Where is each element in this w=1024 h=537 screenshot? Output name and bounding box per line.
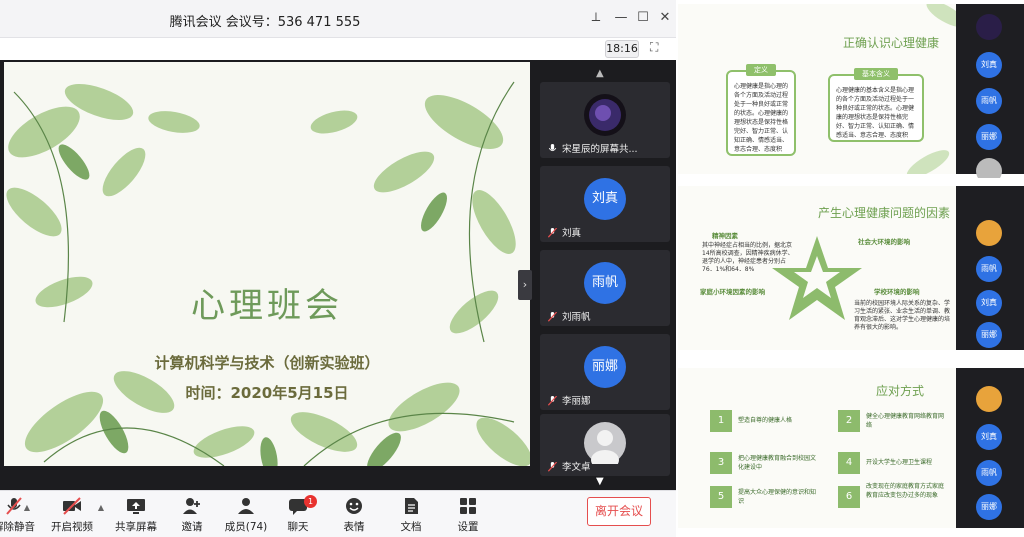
emoji-button[interactable]: 表情 bbox=[326, 497, 382, 534]
chat-button[interactable]: 1 聊天 bbox=[270, 495, 326, 534]
collapse-sidebar-button[interactable]: › bbox=[518, 270, 532, 300]
slide-title: 心理班会 bbox=[191, 286, 343, 326]
leave-meeting-button[interactable]: 离开会议 bbox=[587, 497, 651, 526]
leaf-decoration bbox=[6, 81, 530, 466]
screenshot-thumbnail-2: 产生心理健康问题的因素 精神因素 其中神经症占相当的比例，据北京14所高校调查，… bbox=[678, 180, 1024, 356]
mic-muted-icon bbox=[548, 228, 557, 238]
document-icon bbox=[405, 498, 418, 514]
share-screen-icon bbox=[127, 499, 145, 514]
scroll-down-icon[interactable]: ▼ bbox=[596, 476, 604, 487]
participant-name: 刘真 bbox=[562, 228, 582, 239]
minimize-button[interactable]: — bbox=[611, 8, 631, 28]
mute-options-chevron-icon[interactable]: ▲ bbox=[20, 503, 34, 512]
participant-tile[interactable]: 雨帆 刘雨帆 bbox=[540, 250, 670, 326]
members-icon bbox=[238, 498, 254, 514]
participant-name: 李文卓 bbox=[562, 462, 591, 473]
emoji-icon bbox=[346, 498, 362, 514]
invite-button[interactable]: 邀请 bbox=[164, 497, 220, 534]
avatar bbox=[976, 220, 1002, 246]
participant-tile[interactable]: 丽娜 李丽娜 bbox=[540, 334, 670, 410]
avatar bbox=[584, 422, 626, 470]
thumbnail-slide: 正确认识心理健康 定义 心理健康是指心理的各个方面及活动过程处于一种良好或正常的… bbox=[678, 4, 956, 174]
video-button[interactable]: 开启视频 bbox=[44, 497, 100, 534]
add-user-icon bbox=[183, 498, 200, 514]
avatar: 丽娜 bbox=[976, 124, 1002, 150]
participant-tile[interactable]: 宋星辰的屏幕共... bbox=[540, 82, 670, 158]
avatar: 刘真 bbox=[976, 290, 1002, 316]
mic-muted-icon bbox=[548, 312, 557, 322]
avatar bbox=[976, 386, 1002, 412]
avatar: 刘真 bbox=[584, 178, 626, 220]
participant-name: 宋星辰的屏幕共... bbox=[562, 144, 638, 155]
participant-tile[interactable]: 李文卓 bbox=[540, 414, 670, 476]
meeting-window: 腾讯会议 会议号：536 471 555 ⟂ — ☐ ✕ 18:16 ⛶ 心理班… bbox=[0, 0, 676, 537]
default-user-icon bbox=[976, 158, 1002, 178]
avatar: 雨帆 bbox=[584, 262, 626, 304]
avatar: 刘真 bbox=[976, 52, 1002, 78]
fullscreen-icon[interactable]: ⛶ bbox=[650, 40, 658, 55]
screen-share-thumbnail-icon bbox=[589, 99, 621, 131]
definition-box: 定义 心理健康是指心理的各个方面及活动过程处于一种良好或正常的状态。心理健康的理… bbox=[726, 64, 796, 156]
grid-settings-icon bbox=[460, 498, 476, 514]
meeting-clock: 18:16 bbox=[605, 40, 639, 58]
meaning-box: 基本含义 心理健康的基本含义是指心理的各个方面及活动过程处于一种良好或正常的状态… bbox=[828, 68, 924, 142]
scroll-up-icon[interactable]: ▲ bbox=[596, 68, 604, 79]
thumbnail-slide: 产生心理健康问题的因素 精神因素 其中神经症占相当的比例，据北京14所高校调查，… bbox=[678, 186, 956, 350]
avatar bbox=[584, 94, 626, 136]
avatar: 雨帆 bbox=[976, 256, 1002, 282]
mic-muted-icon bbox=[548, 396, 557, 406]
close-button[interactable]: ✕ bbox=[655, 8, 675, 28]
screenshot-thumbnail-3: 应对方式 1 塑造自尊的健康人格 2 健全心理健康教育网络教育网络 3 把心理健… bbox=[678, 358, 1024, 537]
participant-name: 刘雨帆 bbox=[562, 312, 591, 323]
camera-off-icon bbox=[63, 497, 81, 515]
status-bar bbox=[0, 38, 676, 60]
chat-unread-badge: 1 bbox=[304, 495, 317, 508]
title-bar: 腾讯会议 会议号：536 471 555 ⟂ — ☐ ✕ bbox=[0, 0, 676, 38]
video-options-chevron-icon[interactable]: ▲ bbox=[94, 503, 108, 512]
meeting-toolbar: 解除静音 ▲ 开启视频 ▲ 共享屏幕 邀请 成员(74) 1 bbox=[0, 490, 676, 537]
participant-name: 李丽娜 bbox=[562, 396, 591, 407]
avatar: 雨帆 bbox=[976, 460, 1002, 486]
avatar: 丽娜 bbox=[976, 322, 1002, 348]
members-button[interactable]: 成员(74) bbox=[218, 497, 274, 534]
thumbnail-title: 应对方式 bbox=[876, 384, 925, 398]
shared-slide: 心理班会 计算机科学与技术（创新实验班） 时间：2020年5月15日 bbox=[4, 62, 530, 466]
avatar: 丽娜 bbox=[976, 494, 1002, 520]
thumbnail-participants: 刘真 雨帆 丽娜 bbox=[956, 4, 1024, 178]
mic-muted-icon bbox=[548, 462, 557, 472]
screenshot-thumbnail-1: 正确认识心理健康 定义 心理健康是指心理的各个方面及活动过程处于一种良好或正常的… bbox=[678, 0, 1024, 178]
thumbnail-slide: 应对方式 1 塑造自尊的健康人格 2 健全心理健康教育网络教育网络 3 把心理健… bbox=[678, 368, 956, 528]
mic-icon bbox=[548, 144, 557, 152]
screen-share-thumbnail-icon bbox=[976, 14, 1002, 40]
share-screen-button[interactable]: 共享屏幕 bbox=[108, 497, 164, 534]
thumbnail-participants: 刘真 雨帆 丽娜 bbox=[956, 368, 1024, 528]
avatar: 雨帆 bbox=[976, 88, 1002, 114]
slide-date: 时间：2020年5月15日 bbox=[185, 384, 349, 402]
participant-tile[interactable]: 刘真 刘真 bbox=[540, 166, 670, 242]
avatar: 刘真 bbox=[976, 424, 1002, 450]
docs-button[interactable]: 文档 bbox=[383, 497, 439, 534]
participant-sidebar: ▲ 宋星辰的屏幕共... 刘真 刘真 雨帆 刘雨帆 丽娜 李丽娜 李文卓 ▼ bbox=[534, 62, 676, 490]
slide-subtitle: 计算机科学与技术（创新实验班） bbox=[154, 354, 380, 372]
default-user-icon bbox=[591, 430, 619, 470]
thumbnail-title: 正确认识心理健康 bbox=[843, 36, 940, 50]
pin-icon[interactable]: ⟂ bbox=[586, 8, 606, 28]
settings-button[interactable]: 设置 bbox=[440, 497, 496, 534]
maximize-button[interactable]: ☐ bbox=[633, 8, 653, 28]
avatar: 丽娜 bbox=[584, 346, 626, 388]
thumbnail-participants: 雨帆 刘真 丽娜 bbox=[956, 186, 1024, 350]
window-title: 腾讯会议 会议号：536 471 555 bbox=[169, 15, 361, 30]
screenshot-root: 腾讯会议 会议号：536 471 555 ⟂ — ☐ ✕ 18:16 ⛶ 心理班… bbox=[0, 0, 1024, 537]
